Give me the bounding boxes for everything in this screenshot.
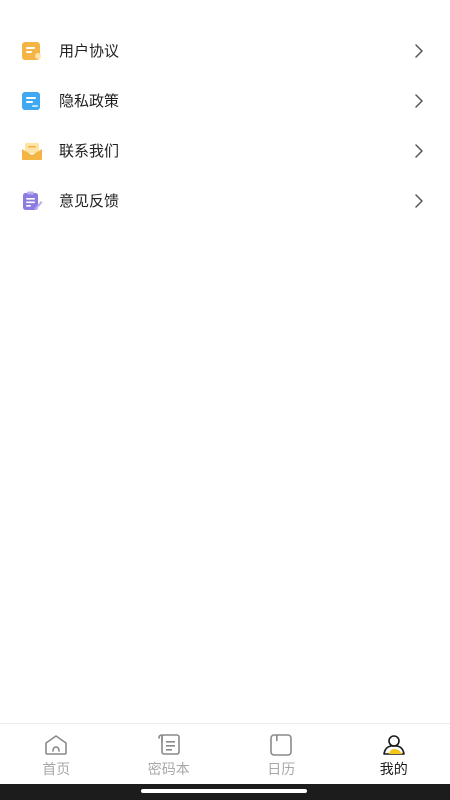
tab-calendar[interactable]: 日历 <box>225 724 338 785</box>
tab-label: 日历 <box>267 762 296 778</box>
menu-item-label: 意见反馈 <box>59 192 120 210</box>
profile-icon <box>381 733 407 757</box>
menu-item-user-agreement[interactable]: 用户协议 <box>0 26 450 76</box>
menu-item-label: 用户协议 <box>59 42 120 60</box>
calendar-icon <box>268 733 294 757</box>
mail-icon <box>21 141 43 161</box>
home-icon <box>43 733 69 757</box>
feedback-icon <box>21 191 43 211</box>
chevron-right-icon <box>414 93 424 109</box>
tab-home[interactable]: 首页 <box>0 724 113 785</box>
menu-item-label: 联系我们 <box>59 142 120 160</box>
tab-profile[interactable]: 我的 <box>338 724 450 785</box>
menu-item-contact-us[interactable]: 联系我们 <box>0 126 450 176</box>
tab-notebook[interactable]: 密码本 <box>113 724 226 785</box>
bottom-tab-bar: 首页 密码本 日历 我的 <box>0 723 450 785</box>
menu-item-feedback[interactable]: 意见反馈 <box>0 176 450 226</box>
document-icon <box>21 41 43 61</box>
tab-label: 我的 <box>379 762 408 778</box>
settings-menu-list: 用户协议 隐私政策 联系我们 意见反馈 <box>0 26 450 226</box>
chevron-right-icon <box>414 143 424 159</box>
menu-item-label: 隐私政策 <box>59 92 120 110</box>
menu-item-privacy-policy[interactable]: 隐私政策 <box>0 76 450 126</box>
notebook-icon <box>156 733 182 757</box>
tab-label: 密码本 <box>147 762 190 778</box>
home-indicator[interactable] <box>141 789 307 793</box>
system-navigation-bar <box>0 784 450 800</box>
privacy-doc-icon <box>21 91 43 111</box>
chevron-right-icon <box>414 43 424 59</box>
tab-label: 首页 <box>42 762 71 778</box>
chevron-right-icon <box>414 193 424 209</box>
